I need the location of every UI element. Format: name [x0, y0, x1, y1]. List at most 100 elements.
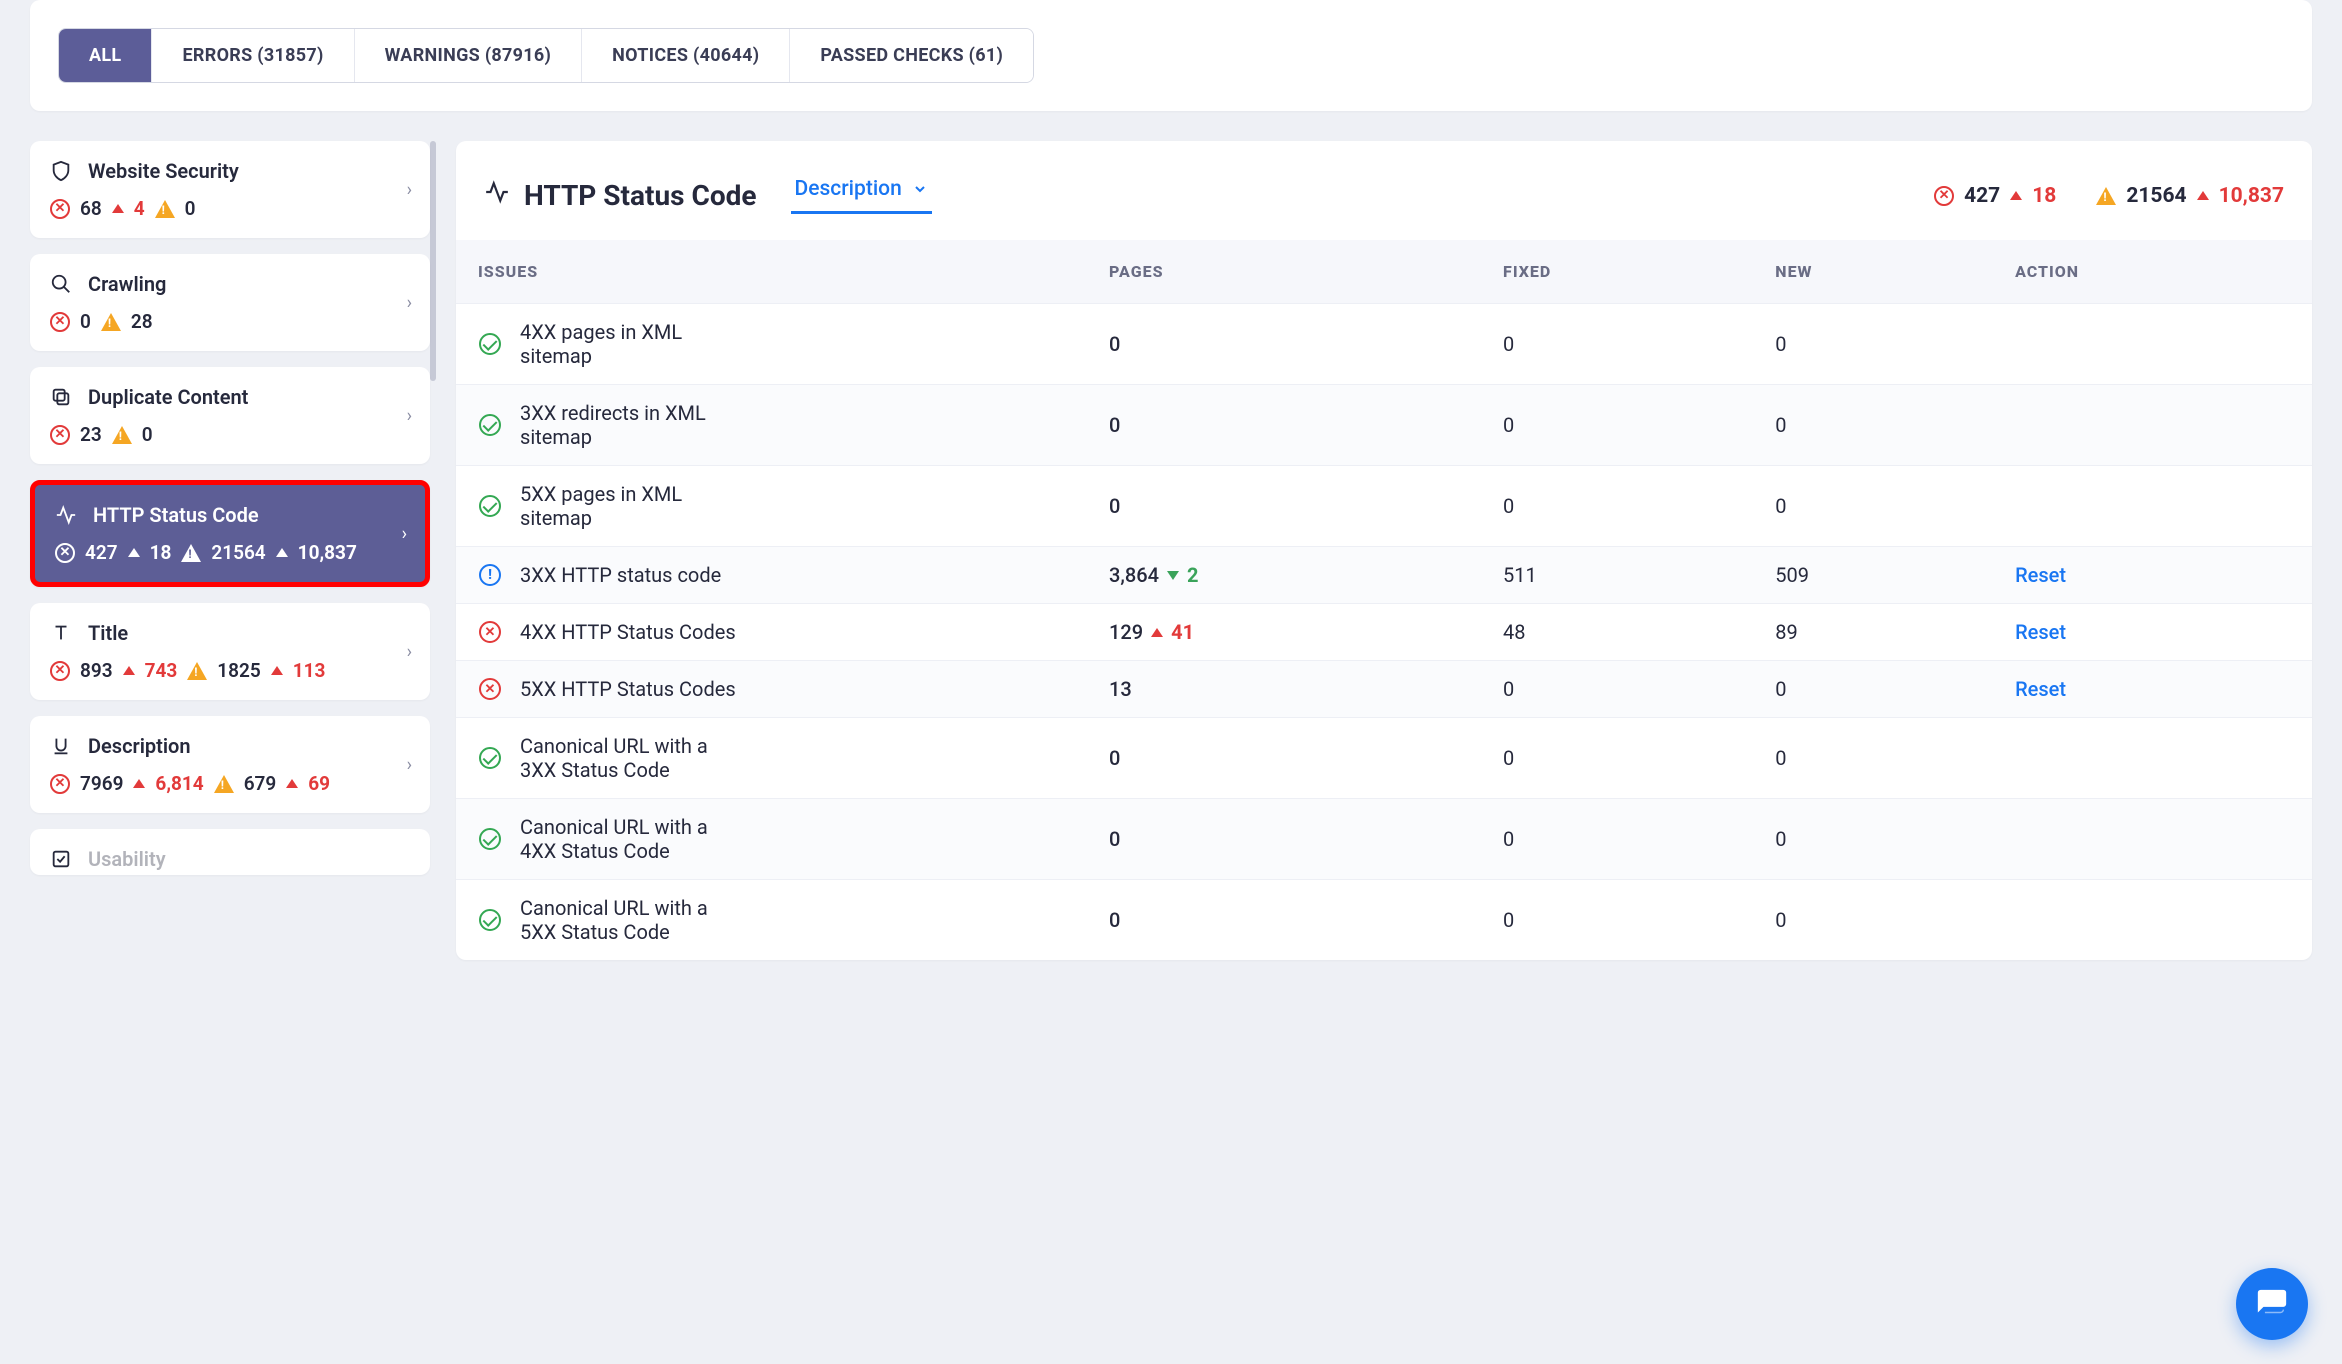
- main-title: HTTP Status Code: [484, 179, 757, 212]
- chat-icon: [2255, 1287, 2289, 1321]
- sidebar-item-label: Duplicate Content: [88, 385, 248, 409]
- sidebar-item-usability[interactable]: Usability: [30, 829, 430, 875]
- delta-up-icon: [1151, 628, 1163, 637]
- reset-link[interactable]: Reset: [2015, 620, 2066, 644]
- tab-notices[interactable]: NOTICES (40644): [582, 29, 790, 82]
- delta-up-icon: [133, 779, 145, 788]
- pages-delta: 41: [1171, 620, 1194, 644]
- sidebar-item-http-status-code[interactable]: HTTP Status Code ✕ 427 18 21564 10,837 ›: [30, 480, 430, 587]
- shield-icon: [50, 160, 72, 182]
- warning-icon: [155, 200, 175, 218]
- sidebar-item-title[interactable]: Title ✕ 893 743 1825 113 ›: [30, 603, 430, 700]
- table-row[interactable]: 5XX pages in XML sitemap000: [456, 466, 2312, 547]
- table-row[interactable]: Canonical URL with a 5XX Status Code000: [456, 880, 2312, 961]
- delta-up-icon: [123, 666, 135, 675]
- checklist-icon: [50, 848, 72, 870]
- sidebar-item-label: Description: [88, 734, 191, 758]
- header-warning-count: 21564: [2126, 184, 2186, 208]
- fixed-value: 48: [1503, 620, 1525, 644]
- sidebar-item-description[interactable]: Description ✕ 7969 6,814 679 69 ›: [30, 716, 430, 813]
- sidebar-item-website-security[interactable]: Website Security ✕ 68 4 0 ›: [30, 141, 430, 238]
- tab-errors[interactable]: ERRORS (31857): [152, 29, 354, 82]
- table-row[interactable]: ✕4XX HTTP Status Codes129 414889Reset: [456, 604, 2312, 661]
- fixed-value: 0: [1503, 746, 1514, 770]
- filter-tabs: ALL ERRORS (31857) WARNINGS (87916) NOTI…: [58, 28, 1034, 83]
- table-row[interactable]: Canonical URL with a 3XX Status Code000: [456, 718, 2312, 799]
- issue-name: 5XX pages in XML sitemap: [520, 482, 740, 530]
- check-circle-icon: [478, 413, 502, 437]
- search-icon: [50, 273, 72, 295]
- header-error-count: 427: [1964, 184, 2000, 208]
- table-row[interactable]: !3XX HTTP status code3,864 2511509Reset: [456, 547, 2312, 604]
- description-dropdown[interactable]: Description: [791, 177, 932, 214]
- error-icon: ✕: [55, 543, 75, 563]
- header-error-stat: ✕ 427 18: [1934, 184, 2056, 208]
- pages-value: 0: [1109, 332, 1120, 356]
- warning-icon: [181, 544, 201, 562]
- delta-up-icon: [128, 548, 140, 557]
- sidebar-item-label: HTTP Status Code: [93, 503, 259, 527]
- sidebar-item-duplicate-content[interactable]: Duplicate Content ✕ 23 0 ›: [30, 367, 430, 464]
- new-value: 509: [1775, 563, 1809, 587]
- warning-delta: 69: [308, 772, 330, 795]
- fixed-value: 0: [1503, 908, 1514, 932]
- main-title-text: HTTP Status Code: [524, 179, 757, 212]
- chat-button[interactable]: [2236, 1268, 2308, 1340]
- warning-count: 1825: [217, 659, 260, 682]
- col-action: ACTION: [1993, 240, 2312, 304]
- chevron-down-icon: [912, 181, 928, 197]
- col-new: NEW: [1753, 240, 1993, 304]
- warning-icon: [101, 313, 121, 331]
- sidebar-item-crawling[interactable]: Crawling ✕ 0 28 ›: [30, 254, 430, 351]
- error-icon: ✕: [1934, 186, 1954, 206]
- error-icon: ✕: [50, 661, 70, 681]
- issue-name: 5XX HTTP Status Codes: [520, 677, 736, 701]
- sidebar-item-label: Title: [88, 621, 128, 645]
- pages-value: 13: [1109, 677, 1132, 701]
- warning-icon: [2096, 187, 2116, 205]
- pages-value: 0: [1109, 827, 1120, 851]
- sidebar-item-label: Website Security: [88, 159, 239, 183]
- fixed-value: 0: [1503, 413, 1514, 437]
- issue-name: Canonical URL with a 4XX Status Code: [520, 815, 740, 863]
- warning-count: 21564: [211, 541, 265, 564]
- issue-name: 4XX HTTP Status Codes: [520, 620, 736, 644]
- warning-icon: [214, 775, 234, 793]
- tab-passed[interactable]: PASSED CHECKS (61): [790, 29, 1033, 82]
- error-count: 0: [80, 310, 91, 333]
- warning-count: 679: [244, 772, 277, 795]
- fixed-value: 0: [1503, 827, 1514, 851]
- chevron-right-icon: ›: [407, 754, 412, 775]
- tab-all[interactable]: ALL: [59, 29, 152, 82]
- reset-link[interactable]: Reset: [2015, 677, 2066, 701]
- fixed-value: 0: [1503, 332, 1514, 356]
- new-value: 0: [1775, 494, 1786, 518]
- delta-up-icon: [276, 548, 288, 557]
- delta-down-icon: [1167, 571, 1179, 580]
- copy-icon: [50, 386, 72, 408]
- col-fixed: FIXED: [1481, 240, 1753, 304]
- reset-link[interactable]: Reset: [2015, 563, 2066, 587]
- sidebar-scrollbar[interactable]: [430, 141, 436, 381]
- warning-delta: 113: [293, 659, 326, 682]
- sidebar-item-label: Usability: [88, 847, 166, 871]
- tab-warnings[interactable]: WARNINGS (87916): [355, 29, 583, 82]
- error-icon: ✕: [50, 425, 70, 445]
- table-row[interactable]: 4XX pages in XML sitemap000: [456, 304, 2312, 385]
- chevron-right-icon: ›: [407, 179, 412, 200]
- description-label: Description: [795, 177, 902, 201]
- table-row[interactable]: ✕5XX HTTP Status Codes1300Reset: [456, 661, 2312, 718]
- table-row[interactable]: 3XX redirects in XML sitemap000: [456, 385, 2312, 466]
- pulse-icon: [484, 179, 510, 212]
- delta-up-icon: [286, 779, 298, 788]
- issues-table: ISSUES PAGES FIXED NEW ACTION 4XX pages …: [456, 240, 2312, 960]
- error-icon: ✕: [50, 199, 70, 219]
- error-delta: 743: [145, 659, 178, 682]
- error-delta: 4: [134, 197, 145, 220]
- new-value: 0: [1775, 746, 1786, 770]
- pages-value: 0: [1109, 908, 1120, 932]
- pages-value: 0: [1109, 494, 1120, 518]
- table-row[interactable]: Canonical URL with a 4XX Status Code000: [456, 799, 2312, 880]
- error-count: 7969: [80, 772, 123, 795]
- error-count: 427: [85, 541, 118, 564]
